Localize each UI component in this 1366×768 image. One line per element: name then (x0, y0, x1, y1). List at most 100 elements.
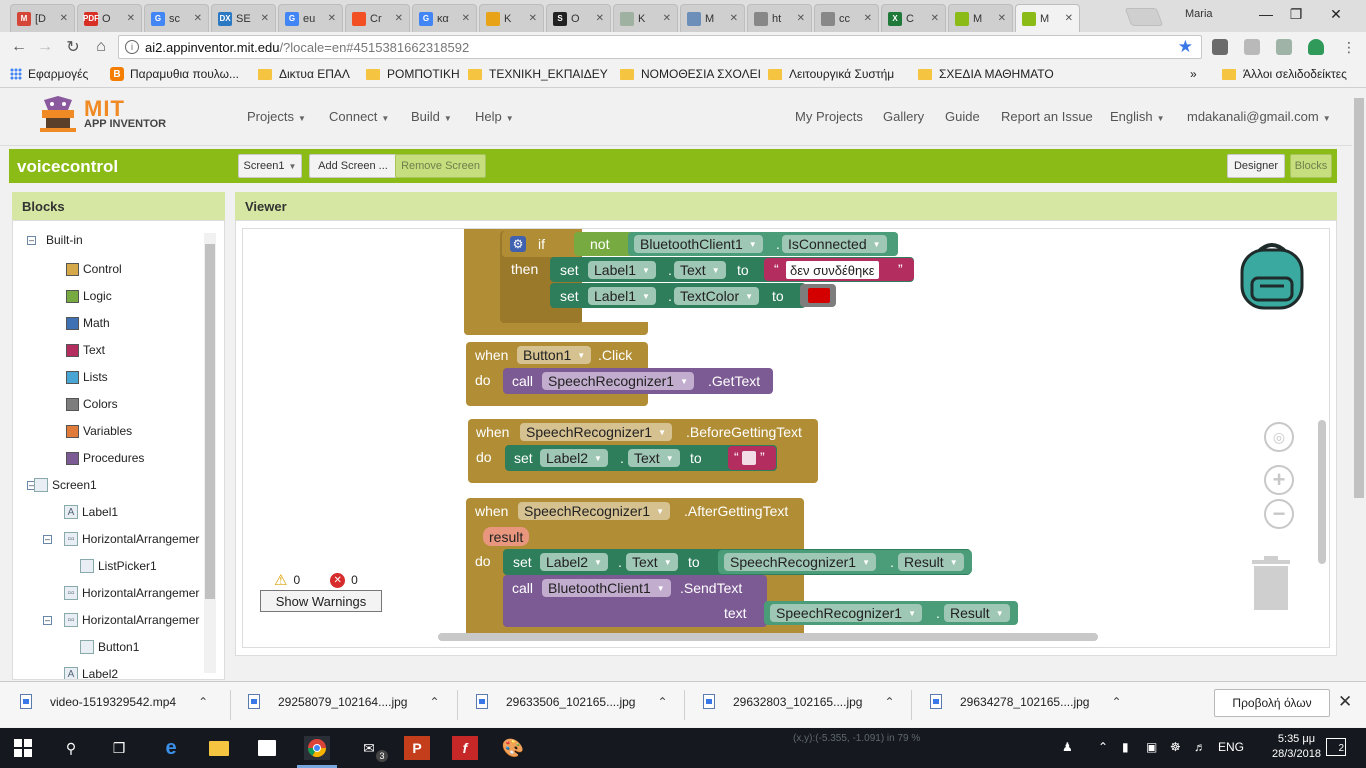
address-bar[interactable]: i ai2.appinventor.mit.edu/?locale=en#451… (118, 35, 1202, 59)
browser-tab[interactable]: M [D ✕ (10, 4, 75, 32)
browser-tab[interactable]: Geu ✕ (278, 4, 343, 32)
appinventor-logo-icon[interactable] (36, 96, 80, 134)
file-explorer-icon[interactable] (206, 736, 232, 760)
menu-build[interactable]: Build ▼ (411, 109, 452, 124)
component-item[interactable]: ▫▫ HorizontalArrangemer (64, 613, 199, 627)
close-downloads-icon[interactable]: ✕ (1338, 692, 1352, 712)
close-tab-icon[interactable]: ✕ (60, 13, 68, 24)
zoom-in-icon[interactable]: + (1264, 465, 1294, 495)
component-item[interactable]: ListPicker1 (80, 559, 157, 573)
builtin-procedures[interactable]: Procedures (66, 451, 144, 465)
builtin-colors[interactable]: Colors (66, 397, 118, 411)
close-tab-icon[interactable]: ✕ (998, 13, 1006, 24)
dropdown-bluetooth-component[interactable]: BluetoothClient1 ▼ (634, 235, 763, 253)
volume-icon[interactable]: ♬ (1194, 740, 1206, 754)
close-tab-icon[interactable]: ✕ (462, 13, 470, 24)
reload-icon[interactable]: ↻ (62, 36, 84, 58)
builtin-variables[interactable]: Variables (66, 424, 132, 438)
tree-builtin[interactable]: Built-in (46, 233, 83, 247)
wifi-icon[interactable]: ☸ (1170, 740, 1181, 754)
close-tab-icon[interactable]: ✕ (864, 13, 872, 24)
collapse-builtin-icon[interactable]: – (27, 236, 36, 245)
pdf-extension-icon[interactable] (1244, 39, 1260, 55)
browser-tab[interactable]: M ✕ (680, 4, 745, 32)
dropdown-label2[interactable]: Label2 ▼ (540, 553, 608, 571)
blocks-tree-scroll-thumb[interactable] (205, 244, 215, 599)
profile-name[interactable]: Maria (1185, 8, 1213, 20)
powerpoint-icon[interactable]: P (404, 736, 430, 760)
workspace-horizontal-scrollbar[interactable] (438, 633, 1098, 641)
builtin-math[interactable]: Math (66, 316, 110, 330)
builtin-control[interactable]: Control (66, 262, 122, 276)
dropdown-speechrecognizer[interactable]: SpeechRecognizer1 ▼ (518, 502, 671, 520)
component-item[interactable]: ▫▫ HorizontalArrangemer (64, 532, 199, 546)
gear-icon[interactable]: ⚙ (510, 236, 526, 252)
close-window-icon[interactable]: ✕ (1316, 4, 1356, 24)
back-icon[interactable]: ← (8, 36, 30, 58)
shield-icon[interactable] (1308, 39, 1324, 55)
bookmark-star-icon[interactable]: ★ (1178, 37, 1193, 57)
remove-screen-button[interactable]: Remove Screen (395, 154, 486, 178)
browser-tab[interactable]: K ✕ (613, 4, 678, 32)
dropdown-label2[interactable]: Label2 ▼ (540, 449, 608, 467)
close-tab-icon[interactable]: ✕ (596, 13, 604, 24)
close-tab-icon[interactable]: ✕ (328, 13, 336, 24)
bookmark-folder[interactable]: Δικτυα ΕΠΑΛ (258, 67, 354, 81)
bookmark-folder[interactable]: ΡΟΜΠΟΤΙΚΗ (366, 67, 466, 81)
bookmark-folder[interactable]: ΝΟΜΟΘΕΣΙΑ ΣΧΟΛΕΙ (620, 67, 760, 81)
browser-tab[interactable]: S O ✕ (546, 4, 611, 32)
menu-account[interactable]: mdakanali@gmail.com ▼ (1187, 109, 1331, 124)
close-tab-icon[interactable]: ✕ (127, 13, 135, 24)
link-guide[interactable]: Guide (945, 109, 980, 124)
dropdown-label1[interactable]: Label1 ▼ (588, 287, 656, 305)
blocks-button[interactable]: Blocks (1290, 154, 1332, 178)
param-result[interactable]: result (483, 527, 530, 546)
browser-tab[interactable]: DX SE ✕ (211, 4, 276, 32)
workspace-vertical-scrollbar[interactable] (1318, 420, 1326, 564)
designer-button[interactable]: Designer (1227, 154, 1285, 178)
dropdown-button1[interactable]: Button1 ▼ (517, 346, 592, 364)
dropdown-isconnected[interactable]: IsConnected ▼ (782, 235, 887, 253)
chrome-icon[interactable] (304, 736, 330, 760)
battery-icon[interactable]: ▣ (1146, 740, 1157, 754)
component-item[interactable]: Screen1 (34, 478, 97, 492)
bookmark-folder[interactable]: ΣΧΕΔΙΑ ΜΑΘΗΜΑΤΟ (918, 67, 1058, 81)
other-bookmarks[interactable]: Άλλοι σελιδοδείκτες (1222, 67, 1347, 81)
clock[interactable]: 5:35 μμ 28/3/2018 (1272, 732, 1321, 762)
menu-help[interactable]: Help ▼ (475, 109, 514, 124)
close-tab-icon[interactable]: ✕ (663, 13, 671, 24)
dropdown-result[interactable]: Result ▼ (898, 553, 964, 571)
browser-tab[interactable]: Gκα ✕ (412, 4, 477, 32)
browser-tab[interactable]: cc ✕ (814, 4, 879, 32)
component-item[interactable]: A Label2 (64, 667, 118, 679)
more-bookmarks-button[interactable]: » (1190, 67, 1197, 81)
notification-center-icon[interactable]: 2 (1326, 738, 1346, 756)
close-tab-icon[interactable]: ✕ (931, 13, 939, 24)
site-info-icon[interactable]: i (125, 40, 139, 54)
recenter-icon[interactable]: ◎ (1264, 422, 1294, 452)
close-tab-icon[interactable]: ✕ (1065, 13, 1073, 24)
collapse-toggle-icon[interactable]: – (43, 616, 52, 625)
drive-extension-icon[interactable] (1276, 39, 1292, 55)
bookmark-folder[interactable]: Λειτουργικά Συστήμ (768, 67, 908, 81)
close-tab-icon[interactable]: ✕ (730, 13, 738, 24)
link-gallery[interactable]: Gallery (883, 109, 924, 124)
builtin-text[interactable]: Text (66, 343, 105, 357)
browser-tab[interactable]: X C ✕ (881, 4, 946, 32)
browser-tab[interactable]: Gsc ✕ (144, 4, 209, 32)
dropdown-speechrecognizer[interactable]: SpeechRecognizer1 ▼ (542, 372, 695, 390)
bookmark-blog[interactable]: B Παραμυθια πουλω... (110, 67, 246, 81)
filezilla-icon[interactable]: f (452, 736, 478, 760)
store-icon[interactable] (254, 736, 280, 760)
dropdown-text-prop[interactable]: Text ▼ (628, 449, 680, 467)
menu-language[interactable]: English ▼ (1110, 109, 1165, 124)
builtin-logic[interactable]: Logic (66, 289, 112, 303)
close-tab-icon[interactable]: ✕ (261, 13, 269, 24)
show-all-downloads-button[interactable]: Προβολή όλων (1214, 689, 1330, 717)
zoom-out-icon[interactable]: − (1264, 499, 1294, 529)
text-literal-not-connected[interactable]: δεν συνδέθηκε (786, 261, 879, 279)
bookmark-apps[interactable]: Εφαρμογές (10, 67, 88, 81)
backpack-icon[interactable] (1238, 240, 1306, 310)
browser-tab[interactable]: ht ✕ (747, 4, 812, 32)
collapse-toggle-icon[interactable]: – (43, 535, 52, 544)
